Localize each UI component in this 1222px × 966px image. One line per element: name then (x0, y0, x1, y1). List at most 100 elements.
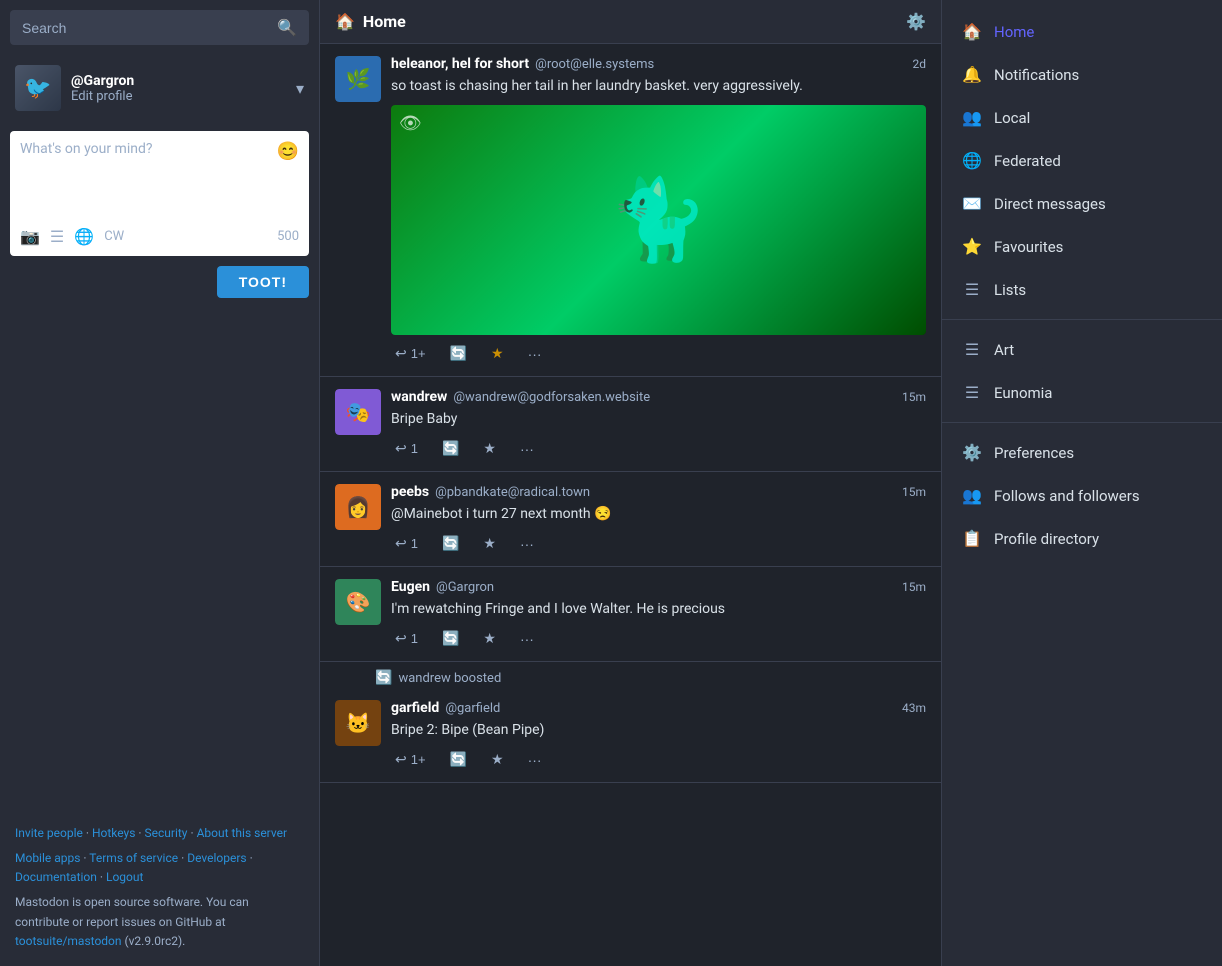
sidebar-item-lists[interactable]: ☰ Lists (942, 268, 1222, 311)
favourite-button[interactable]: ★ (479, 438, 500, 459)
reply-button[interactable]: ↩ 1+ (391, 749, 430, 770)
toot-btn-row: TOOT! (0, 266, 319, 308)
post-image-content: 🐈 (609, 173, 709, 267)
reply-count: 1 (411, 441, 418, 456)
post-avatar: 🌿 (335, 56, 381, 102)
boost-button[interactable]: 🔄 (446, 749, 471, 770)
reply-count: 1 (411, 631, 418, 646)
more-button[interactable]: ··· (524, 344, 546, 364)
search-icon[interactable]: 🔍 (277, 18, 297, 37)
post-actions: ↩ 1+ 🔄 ★ ··· (391, 343, 926, 364)
main-header-title: 🏠 Home (335, 12, 906, 31)
sidebar-item-label: Local (994, 109, 1030, 127)
sidebar-item-art[interactable]: ☰ Art (942, 328, 1222, 371)
sidebar-item-local[interactable]: 👥 Local (942, 96, 1222, 139)
post: 🌿 heleanor, hel for short @root@elle.sys… (320, 44, 941, 377)
search-bar: 🔍 (10, 10, 309, 45)
documentation-link[interactable]: Documentation (15, 870, 97, 884)
favourite-button[interactable]: ★ (487, 749, 508, 770)
sidebar-item-direct-messages[interactable]: ✉️ Direct messages (942, 182, 1222, 225)
about-server-link[interactable]: About this server (197, 826, 287, 840)
profile-handle: @Gargron (71, 73, 286, 89)
security-link[interactable]: Security (145, 826, 188, 840)
mobile-apps-link[interactable]: Mobile apps (15, 851, 80, 865)
list-icon[interactable]: ☰ (50, 227, 64, 246)
sidebar-item-notifications[interactable]: 🔔 Notifications (942, 53, 1222, 96)
sidebar-item-favourites[interactable]: ⭐ Favourites (942, 225, 1222, 268)
sidebar-item-label: Favourites (994, 238, 1063, 256)
sidebar-item-eunomia[interactable]: ☰ Eunomia (942, 371, 1222, 414)
reply-count: 1+ (411, 752, 426, 767)
post-author-handle: @garfield (445, 701, 500, 716)
reply-icon: ↩ (395, 751, 407, 768)
hotkeys-link[interactable]: Hotkeys (92, 826, 135, 840)
favourites-icon: ⭐ (962, 237, 982, 256)
star-icon: ★ (491, 751, 504, 768)
home-icon: 🏠 (962, 22, 982, 41)
globe-icon[interactable]: 🌐 (74, 227, 94, 246)
post-text: @Mainebot i turn 27 next month 😒 (391, 504, 926, 525)
more-icon: ··· (520, 631, 534, 647)
profile-directory-icon: 📋 (962, 529, 982, 548)
post-text: Bripe Baby (391, 409, 926, 430)
post-content: heleanor, hel for short @root@elle.syste… (391, 56, 926, 364)
reply-button[interactable]: ↩ 1+ (391, 343, 430, 364)
search-input[interactable] (22, 20, 269, 36)
sidebar-item-federated[interactable]: 🌐 Federated (942, 139, 1222, 182)
logout-link[interactable]: Logout (106, 870, 143, 884)
profile-section[interactable]: 🐦 @Gargron Edit profile ▾ (0, 55, 319, 121)
reply-button[interactable]: ↩ 1 (391, 438, 422, 459)
emoji-picker-icon[interactable]: 😊 (273, 141, 299, 162)
avatar-image: 👩 (335, 484, 381, 530)
post-text: so toast is chasing her tail in her laun… (391, 76, 926, 97)
boost-button[interactable]: 🔄 (438, 628, 463, 649)
favourite-button[interactable]: ★ (487, 343, 508, 364)
post-header: wandrew @wandrew@godforsaken.website 15m (391, 389, 926, 405)
more-button[interactable]: ··· (516, 439, 538, 459)
more-button[interactable]: ··· (516, 629, 538, 649)
reply-button[interactable]: ↩ 1 (391, 533, 422, 554)
compose-textarea[interactable] (20, 141, 273, 221)
repo-link[interactable]: tootsuite/mastodon (15, 934, 122, 948)
post-header: peebs @pbandkate@radical.town 15m (391, 484, 926, 500)
boost-button[interactable]: 🔄 (438, 438, 463, 459)
developers-link[interactable]: Developers (187, 851, 246, 865)
reply-button[interactable]: ↩ 1 (391, 628, 422, 649)
more-button[interactable]: ··· (524, 750, 546, 770)
more-button[interactable]: ··· (516, 534, 538, 554)
reply-count: 1 (411, 536, 418, 551)
sidebar-item-follows-followers[interactable]: 👥 Follows and followers (942, 474, 1222, 517)
post-actions: ↩ 1 🔄 ★ ··· (391, 438, 926, 459)
reply-icon: ↩ (395, 440, 407, 457)
sidebar-item-profile-directory[interactable]: 📋 Profile directory (942, 517, 1222, 560)
sidebar-item-home[interactable]: 🏠 Home (942, 10, 1222, 53)
post-content: wandrew @wandrew@godforsaken.website 15m… (391, 389, 926, 459)
terms-link[interactable]: Terms of service (89, 851, 178, 865)
post-avatar: 👩 (335, 484, 381, 530)
boost-button[interactable]: 🔄 (438, 533, 463, 554)
post-author-name: garfield (391, 700, 439, 716)
reply-icon: ↩ (395, 345, 407, 362)
toot-button[interactable]: TOOT! (217, 266, 309, 298)
footer-links: Invite people · Hotkeys · Security · Abo… (15, 824, 304, 843)
home-icon: 🏠 (335, 12, 355, 31)
post-author-handle: @pbandkate@radical.town (435, 485, 590, 500)
post-image[interactable]: 👁 🐈 (391, 105, 926, 335)
boost-icon: 🔄 (450, 751, 467, 768)
profile-edit-link[interactable]: Edit profile (71, 89, 286, 104)
boost-button[interactable]: 🔄 (446, 343, 471, 364)
invite-people-link[interactable]: Invite people (15, 826, 83, 840)
sidebar-item-preferences[interactable]: ⚙️ Preferences (942, 431, 1222, 474)
favourite-button[interactable]: ★ (479, 533, 500, 554)
post-author-handle: @wandrew@godforsaken.website (453, 390, 650, 405)
footer-description: Mastodon is open source software. You ca… (15, 893, 304, 951)
cw-button[interactable]: CW (104, 229, 124, 244)
reply-icon: ↩ (395, 630, 407, 647)
eunomia-icon: ☰ (962, 383, 982, 402)
post-content: peebs @pbandkate@radical.town 15m @Maine… (391, 484, 926, 554)
post-avatar: 🎨 (335, 579, 381, 625)
filter-icon[interactable]: ⚙️ (906, 12, 926, 31)
star-icon: ★ (491, 345, 504, 362)
camera-icon[interactable]: 📷 (20, 227, 40, 246)
favourite-button[interactable]: ★ (479, 628, 500, 649)
